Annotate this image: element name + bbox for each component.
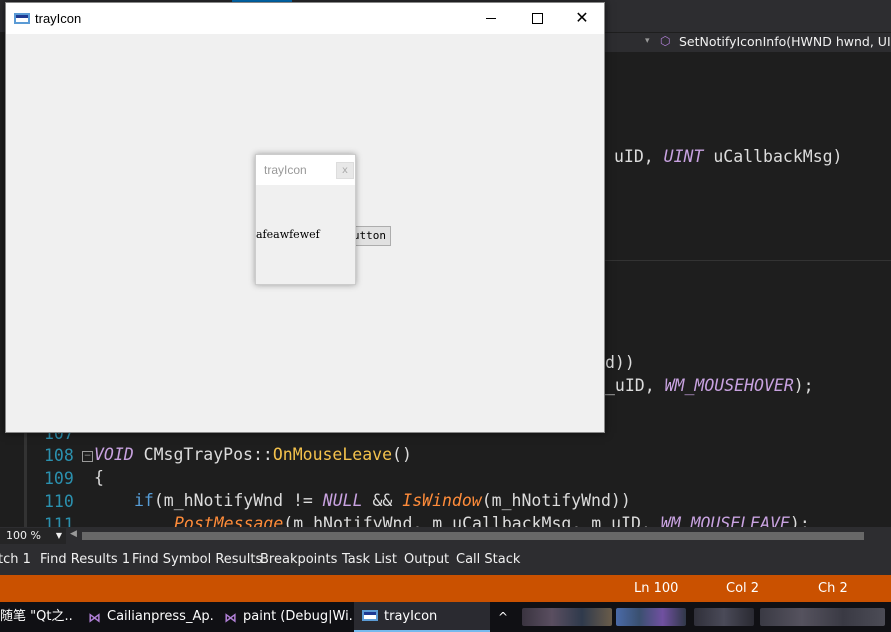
- scrollbar-thumb[interactable]: [82, 532, 864, 540]
- tool-window-tabs: tch 1 Find Results 1 Find Symbol Results…: [0, 545, 891, 575]
- taskbar-item-label: paint (Debug|Wi...: [243, 609, 352, 624]
- code-fragment-signature: uID, UINT uCallbackMsg): [614, 147, 843, 166]
- taskbar-item-label: Cailianpress_Ap...: [107, 609, 214, 624]
- status-line: Ln 100: [634, 581, 679, 596]
- maximize-icon: [531, 13, 543, 24]
- tab-breakpoints[interactable]: Breakpoints: [260, 552, 337, 567]
- visual-studio-icon: ⋈: [224, 611, 237, 626]
- trayicon-window: trayIcon ✕ PushButton trayIcon x afeawfe…: [5, 2, 605, 433]
- tab-watch[interactable]: tch 1: [0, 552, 31, 567]
- popup-titlebar[interactable]: trayIcon x: [256, 155, 355, 185]
- taskbar-item-label: trayIcon: [384, 609, 438, 624]
- taskbar-item-blog[interactable]: 随笔 "Qt之...: [0, 602, 74, 632]
- status-column: Col 2: [726, 581, 760, 596]
- scroll-left-icon[interactable]: ◀: [70, 529, 77, 539]
- collapse-icon[interactable]: −: [82, 451, 93, 462]
- minimize-icon: [486, 18, 496, 19]
- taskbar-item-label: 随笔 "Qt之...: [0, 609, 74, 624]
- status-char: Ch 2: [818, 581, 848, 596]
- app-window-icon: [362, 610, 378, 621]
- maximize-button[interactable]: [514, 3, 560, 34]
- minimize-button[interactable]: [468, 3, 514, 34]
- close-icon: x: [342, 165, 348, 176]
- window-titlebar[interactable]: trayIcon ✕: [6, 3, 604, 34]
- tab-call-stack[interactable]: Call Stack: [456, 552, 520, 567]
- taskbar-item-paint[interactable]: ⋈ paint (Debug|Wi...: [216, 602, 352, 632]
- popup-title: trayIcon: [264, 163, 307, 177]
- member-dropdown[interactable]: ▾ ⬡ SetNotifyIconInfo(HWND hwnd, UINT: [605, 33, 891, 53]
- member-dropdown-label: SetNotifyIconInfo(HWND hwnd, UINT: [679, 34, 891, 49]
- tab-find-symbol-results[interactable]: Find Symbol Results: [132, 552, 262, 567]
- code-line-108: VOID CMsgTrayPos::OnMouseLeave(): [94, 445, 412, 464]
- show-hidden-icons-icon[interactable]: ^: [498, 602, 508, 632]
- tray-icons-area[interactable]: [616, 608, 686, 626]
- chevron-down-icon[interactable]: ▾: [645, 36, 650, 46]
- code-line-110: if(m_hNotifyWnd != NULL && IsWindow(m_hN…: [134, 491, 631, 510]
- visual-studio-icon: ⋈: [88, 611, 101, 626]
- zoom-value: 100 %: [6, 529, 41, 542]
- close-button[interactable]: ✕: [559, 3, 605, 34]
- app-window-icon: [14, 13, 30, 24]
- window-title: trayIcon: [35, 11, 82, 26]
- taskbar: 随笔 "Qt之... ⋈ Cailianpress_Ap... ⋈ paint (D…: [0, 602, 891, 632]
- tray-icons-area[interactable]: [694, 608, 754, 626]
- popup-label: afeawfewef: [256, 228, 320, 241]
- popup-close-button[interactable]: x: [336, 162, 354, 179]
- taskbar-item-trayicon[interactable]: trayIcon: [354, 602, 490, 632]
- method-icon: ⬡: [660, 34, 671, 48]
- chevron-down-icon: ▼: [55, 531, 62, 540]
- code-fragment-close: d)): [605, 353, 635, 372]
- code-fragment-hover: _uID, WM_MOUSEHOVER);: [605, 376, 814, 395]
- tray-popup-window: trayIcon x afeawfewef: [255, 154, 356, 285]
- tab-find-results[interactable]: Find Results 1: [40, 552, 130, 567]
- tray-clock-area[interactable]: [760, 608, 885, 626]
- editor-separator: [605, 260, 891, 261]
- taskbar-item-cailianpress[interactable]: ⋈ Cailianpress_Ap...: [80, 602, 214, 632]
- tab-task-list[interactable]: Task List: [342, 552, 397, 567]
- line-number: 110: [44, 492, 74, 511]
- close-icon: ✕: [575, 8, 589, 27]
- code-line-109: {: [94, 468, 104, 487]
- tray-icons-area[interactable]: [522, 608, 612, 626]
- tab-output[interactable]: Output: [404, 552, 449, 567]
- line-number: 109: [44, 469, 74, 488]
- status-bar: Ln 100 Col 2 Ch 2: [0, 575, 891, 602]
- zoom-dropdown[interactable]: 100 % ▼: [0, 528, 66, 544]
- line-number: 108: [44, 446, 74, 465]
